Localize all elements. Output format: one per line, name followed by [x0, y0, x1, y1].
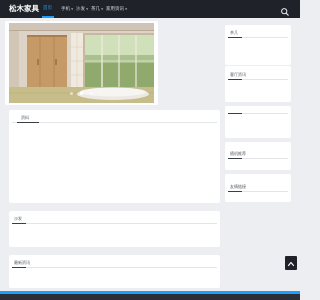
card-title-underline [228, 190, 242, 192]
nav-item-label: 手机 [61, 7, 70, 12]
nav-item-sofa[interactable]: 沙发▼ [76, 6, 88, 13]
card-title-underline [228, 112, 242, 114]
search-button[interactable] [279, 3, 291, 16]
card-title: 茶几 [230, 30, 238, 35]
slider-dot[interactable] [69, 92, 73, 95]
hero-slider[interactable] [9, 23, 154, 103]
nav-item-home[interactable]: 首页 [43, 6, 52, 12]
card-title-underline [228, 157, 242, 159]
sidebar-card-tea-table: 茶几 [225, 25, 291, 65]
card-divider [12, 122, 217, 123]
card-title-underline [12, 222, 26, 224]
card-title: 资料 [21, 115, 29, 120]
slider-dot[interactable] [90, 92, 94, 95]
card-title: 友情链接 [230, 184, 246, 189]
card-title: 客厅资讯 [230, 72, 246, 77]
card-title-underline [228, 78, 242, 80]
card-title-underline [228, 36, 242, 38]
nav-active-indicator [42, 16, 54, 18]
card-title: 随机推荐 [230, 151, 246, 156]
search-icon [281, 8, 289, 16]
slider-dots [9, 80, 154, 99]
top-navbar: 松木家具 首页 手机▼ 沙发▼ 茶几▼ 家用资讯▼ [0, 0, 300, 18]
chevron-down-icon: ▼ [71, 7, 74, 11]
nav-item-label: 家用资讯 [106, 7, 124, 12]
content-card-sofa: 沙发 [9, 211, 220, 247]
back-to-top-button[interactable] [285, 256, 297, 270]
nav-item-label: 沙发 [76, 7, 85, 12]
sidebar-card-living-room-news: 客厅资讯 [225, 66, 291, 102]
footer [0, 294, 300, 300]
sidebar-card-blank [225, 106, 291, 138]
nav-item-home-news[interactable]: 家用资讯▼ [106, 6, 127, 13]
nav-item-tea-table[interactable]: 茶几▼ [91, 6, 103, 13]
nav-item-phone[interactable]: 手机▼ [61, 6, 73, 13]
sidebar-card-random: 随机推荐 [225, 142, 291, 170]
card-title-underline [17, 121, 39, 123]
card-divider [12, 223, 217, 224]
card-title: 最新资讯 [14, 260, 30, 265]
content-card-data: 资料 [9, 110, 220, 203]
slider-dot-active[interactable] [80, 92, 83, 95]
card-title: 沙发 [14, 216, 22, 221]
arrow-up-icon [287, 261, 295, 267]
card-title-underline [12, 266, 26, 268]
content-card-news: 最新资讯 [9, 255, 220, 288]
nav-item-label: 首页 [43, 6, 52, 11]
chevron-down-icon: ▼ [101, 7, 104, 11]
site-title[interactable]: 松木家具 [9, 4, 39, 14]
sidebar-card-links: 友情链接 [225, 174, 291, 202]
card-divider [12, 267, 217, 268]
nav-item-label: 茶几 [91, 7, 100, 12]
chevron-down-icon: ▼ [86, 7, 89, 11]
chevron-down-icon: ▼ [125, 7, 128, 11]
